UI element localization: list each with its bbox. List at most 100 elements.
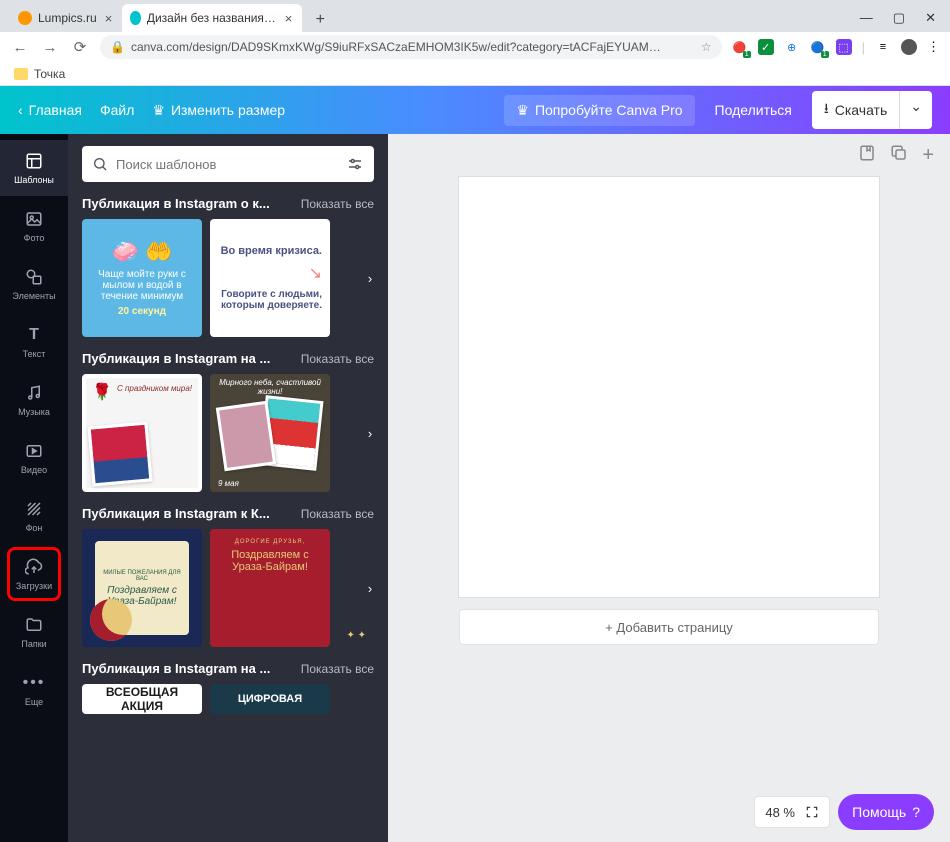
help-button[interactable]: Помощь ?	[838, 794, 934, 830]
bookmark-item[interactable]: Точка	[34, 67, 65, 81]
extensions: 🔴1 ✓ ⊕ 🔵1 ⬚ | ≡ ⋮	[732, 39, 940, 55]
show-all-link[interactable]: Показать все	[301, 352, 374, 366]
zoom-value: 48 %	[765, 805, 795, 820]
canvas-area: + + Добавить страницу 48 % Помощь ?	[388, 134, 950, 842]
rail-music[interactable]: Музыка	[0, 372, 68, 428]
section-title: Публикация в Instagram на ...	[82, 351, 270, 366]
close-icon[interactable]: ×	[283, 11, 295, 26]
template-section: Публикация в Instagram о к... Показать в…	[82, 196, 374, 337]
photo-icon	[24, 209, 44, 229]
label: Попробуйте Canva Pro	[535, 102, 683, 118]
search-input-wrap[interactable]	[82, 146, 374, 182]
share-button[interactable]: Поделиться	[705, 95, 802, 125]
rail-video[interactable]: Видео	[0, 430, 68, 486]
favicon	[130, 11, 141, 25]
templates-icon	[24, 151, 44, 171]
close-icon[interactable]: ×	[103, 11, 115, 26]
minimize-icon[interactable]: —	[860, 10, 873, 26]
section-title: Публикация в Instagram о к...	[82, 196, 270, 211]
template-thumbnail[interactable]: ДОРОГИЕ ДРУЗЬЯ, Поздравляем с Ураза-Байр…	[210, 529, 330, 647]
template-thumbnail[interactable]: С праздником мира! 🌹	[82, 374, 202, 492]
ext-icon[interactable]: ✓	[758, 39, 774, 55]
filter-icon[interactable]	[346, 155, 364, 173]
close-window-icon[interactable]: ✕	[925, 10, 936, 26]
try-pro-button[interactable]: ♛ Попробуйте Canva Pro	[504, 95, 694, 126]
rail-label: Папки	[21, 639, 46, 649]
elements-icon	[24, 267, 44, 287]
app-body: Шаблоны Фото Элементы T Текст Музыка Вид…	[0, 134, 950, 842]
bookmarks-bar: Точка	[0, 62, 950, 86]
fullscreen-icon[interactable]	[805, 805, 819, 819]
rail-uploads[interactable]: Загрузки	[0, 546, 68, 602]
download-button[interactable]: ⭳ Скачать	[812, 91, 899, 129]
label: + Добавить страницу	[605, 620, 733, 635]
star-icon[interactable]: ☆	[701, 40, 712, 54]
rail-templates[interactable]: Шаблоны	[0, 140, 68, 196]
add-page-icon[interactable]: +	[922, 144, 934, 167]
rail-folders[interactable]: Папки	[0, 604, 68, 660]
thumb-text: 20 секунд	[118, 306, 166, 317]
file-menu[interactable]: Файл	[100, 102, 134, 118]
thumb-text: 9 мая	[218, 479, 239, 488]
back-icon[interactable]: ←	[10, 39, 30, 56]
template-section: Публикация в Instagram к К... Показать в…	[82, 506, 374, 647]
label: Помощь	[852, 804, 906, 820]
thumb-text: ЦИФРОВАЯ	[238, 693, 302, 705]
thumb-text: ДОРОГИЕ ДРУЗЬЯ,	[235, 539, 305, 545]
template-thumbnail[interactable]: Во время кризиса. ↘ Говорите с людьми, к…	[210, 219, 330, 337]
globe-icon[interactable]: ⊕	[784, 39, 800, 55]
home-button[interactable]: ‹ Главная	[18, 102, 82, 118]
menu-icon[interactable]: ⋮	[927, 39, 940, 55]
ext-icon[interactable]: 🔵1	[810, 39, 826, 55]
template-thumbnail[interactable]: ВСЕОБЩАЯ АКЦИЯ	[82, 684, 202, 714]
chevron-left-icon: ‹	[18, 102, 23, 118]
resize-button[interactable]: ♛ Изменить размер	[152, 102, 285, 119]
template-thumbnail[interactable]: Мирного неба, счастливой жизни! 9 мая	[210, 374, 330, 492]
label: Файл	[100, 102, 134, 118]
reading-list-icon[interactable]: ≡	[875, 39, 891, 55]
thumb-text: С праздником мира!	[117, 384, 192, 393]
rail-label: Музыка	[18, 407, 50, 417]
notes-icon[interactable]	[858, 144, 876, 167]
rail-photo[interactable]: Фото	[0, 198, 68, 254]
zoom-control[interactable]: 48 %	[754, 796, 830, 828]
browser-tab-inactive[interactable]: Lumpics.ru ×	[10, 4, 122, 32]
template-thumbnail[interactable]: ЦИФРОВАЯ	[210, 684, 330, 714]
rail-text[interactable]: T Текст	[0, 314, 68, 370]
search-input[interactable]	[116, 157, 338, 172]
label: Изменить размер	[171, 102, 285, 118]
forward-icon[interactable]: →	[40, 39, 60, 56]
download-dropdown[interactable]: ⌄	[899, 91, 932, 129]
label: Главная	[29, 102, 82, 118]
rail-background[interactable]: Фон	[0, 488, 68, 544]
duplicate-icon[interactable]	[890, 144, 908, 167]
template-thumbnail[interactable]: 🧼 🤲 Чаще мойте руки с мылом и водой в те…	[82, 219, 202, 337]
panel-collapse-handle[interactable]	[380, 414, 388, 462]
show-all-link[interactable]: Показать все	[301, 662, 374, 676]
rail-elements[interactable]: Элементы	[0, 256, 68, 312]
video-icon	[24, 441, 44, 461]
upload-icon	[24, 557, 44, 577]
ext-icon[interactable]: 🔴1	[732, 39, 748, 55]
scroll-right-button[interactable]: ›	[360, 260, 380, 296]
rail-more[interactable]: ••• Еще	[0, 662, 68, 718]
show-all-link[interactable]: Показать все	[301, 507, 374, 521]
new-tab-button[interactable]: +	[308, 8, 332, 32]
design-canvas[interactable]	[459, 177, 879, 597]
lock-icon: 🔒	[110, 40, 125, 54]
label: Поделиться	[715, 102, 792, 118]
sidebar-rail: Шаблоны Фото Элементы T Текст Музыка Вид…	[0, 134, 68, 842]
reload-icon[interactable]: ⟳	[70, 38, 90, 56]
url-field[interactable]: 🔒 canva.com/design/DAD9SKmxKWg/S9iuRFxSA…	[100, 35, 722, 59]
rail-label: Фон	[26, 523, 43, 533]
browser-tab-active[interactable]: Дизайн без названия — Пост в ×	[122, 4, 302, 32]
download-button-group: ⭳ Скачать ⌄	[812, 91, 932, 129]
thumb-text: ВСЕОБЩАЯ АКЦИЯ	[90, 685, 194, 713]
add-page-button[interactable]: + Добавить страницу	[459, 609, 879, 645]
scroll-right-button[interactable]: ›	[360, 415, 380, 451]
ext-icon[interactable]: ⬚	[836, 39, 852, 55]
avatar-icon[interactable]	[901, 39, 917, 55]
maximize-icon[interactable]: ▢	[893, 10, 905, 26]
show-all-link[interactable]: Показать все	[301, 197, 374, 211]
scroll-right-button[interactable]: ›	[360, 570, 380, 606]
